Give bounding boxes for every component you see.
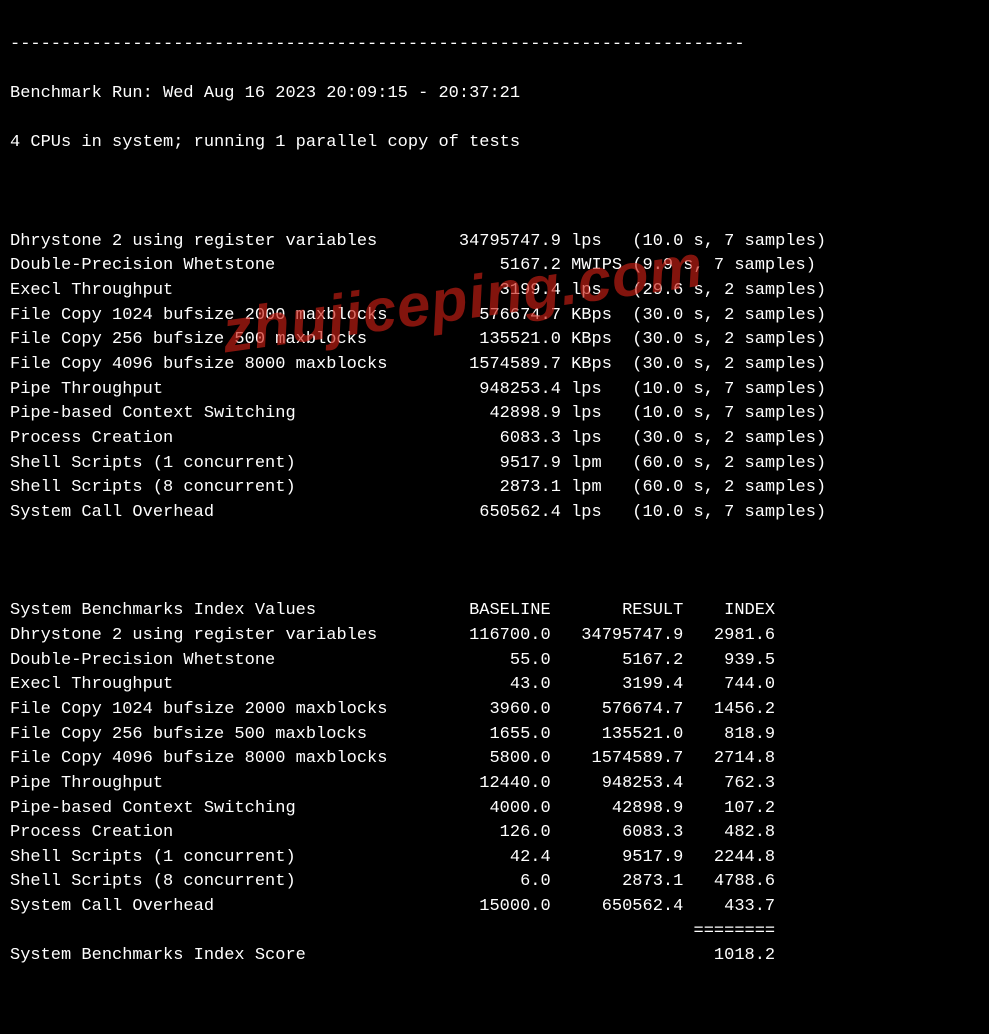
- index-row: Pipe-based Context Switching 4000.0 4289…: [10, 797, 979, 822]
- test-result-row: File Copy 256 bufsize 500 maxblocks 1355…: [10, 328, 979, 353]
- index-row: System Call Overhead 15000.0 650562.4 43…: [10, 895, 979, 920]
- index-row: Execl Throughput 43.0 3199.4 744.0: [10, 673, 979, 698]
- test-result-row: File Copy 4096 bufsize 8000 maxblocks 15…: [10, 353, 979, 378]
- index-row: Process Creation 126.0 6083.3 482.8: [10, 821, 979, 846]
- test-result-row: Shell Scripts (8 concurrent) 2873.1 lpm …: [10, 476, 979, 501]
- blank-line: [10, 180, 979, 205]
- test-result-row: Execl Throughput 3199.4 lps (29.6 s, 2 s…: [10, 279, 979, 304]
- cpu-info-line: 4 CPUs in system; running 1 parallel cop…: [10, 131, 979, 156]
- index-row: Shell Scripts (8 concurrent) 6.0 2873.1 …: [10, 870, 979, 895]
- test-result-row: File Copy 1024 bufsize 2000 maxblocks 57…: [10, 304, 979, 329]
- index-score-row: System Benchmarks Index Score 1018.2: [10, 944, 979, 969]
- index-row: Dhrystone 2 using register variables 116…: [10, 624, 979, 649]
- test-result-row: Shell Scripts (1 concurrent) 9517.9 lpm …: [10, 452, 979, 477]
- index-row: File Copy 1024 bufsize 2000 maxblocks 39…: [10, 698, 979, 723]
- test-result-row: Dhrystone 2 using register variables 347…: [10, 230, 979, 255]
- index-row: File Copy 256 bufsize 500 maxblocks 1655…: [10, 723, 979, 748]
- index-underline: ========: [10, 920, 979, 945]
- test-result-row: Process Creation 6083.3 lps (30.0 s, 2 s…: [10, 427, 979, 452]
- blank-line: [10, 550, 979, 575]
- index-row: Double-Precision Whetstone 55.0 5167.2 9…: [10, 649, 979, 674]
- test-result-row: System Call Overhead 650562.4 lps (10.0 …: [10, 501, 979, 526]
- test-results-block: Dhrystone 2 using register variables 347…: [10, 230, 979, 526]
- index-row: File Copy 4096 bufsize 8000 maxblocks 58…: [10, 747, 979, 772]
- index-header-row: System Benchmarks Index Values BASELINE …: [10, 599, 979, 624]
- test-result-row: Double-Precision Whetstone 5167.2 MWIPS …: [10, 254, 979, 279]
- benchmark-run-line: Benchmark Run: Wed Aug 16 2023 20:09:15 …: [10, 82, 979, 107]
- index-row: Pipe Throughput 12440.0 948253.4 762.3: [10, 772, 979, 797]
- divider-line: ----------------------------------------…: [10, 33, 979, 58]
- index-table-block: System Benchmarks Index Values BASELINE …: [10, 599, 979, 969]
- terminal-output: ----------------------------------------…: [0, 0, 989, 1034]
- test-result-row: Pipe Throughput 948253.4 lps (10.0 s, 7 …: [10, 378, 979, 403]
- test-result-row: Pipe-based Context Switching 42898.9 lps…: [10, 402, 979, 427]
